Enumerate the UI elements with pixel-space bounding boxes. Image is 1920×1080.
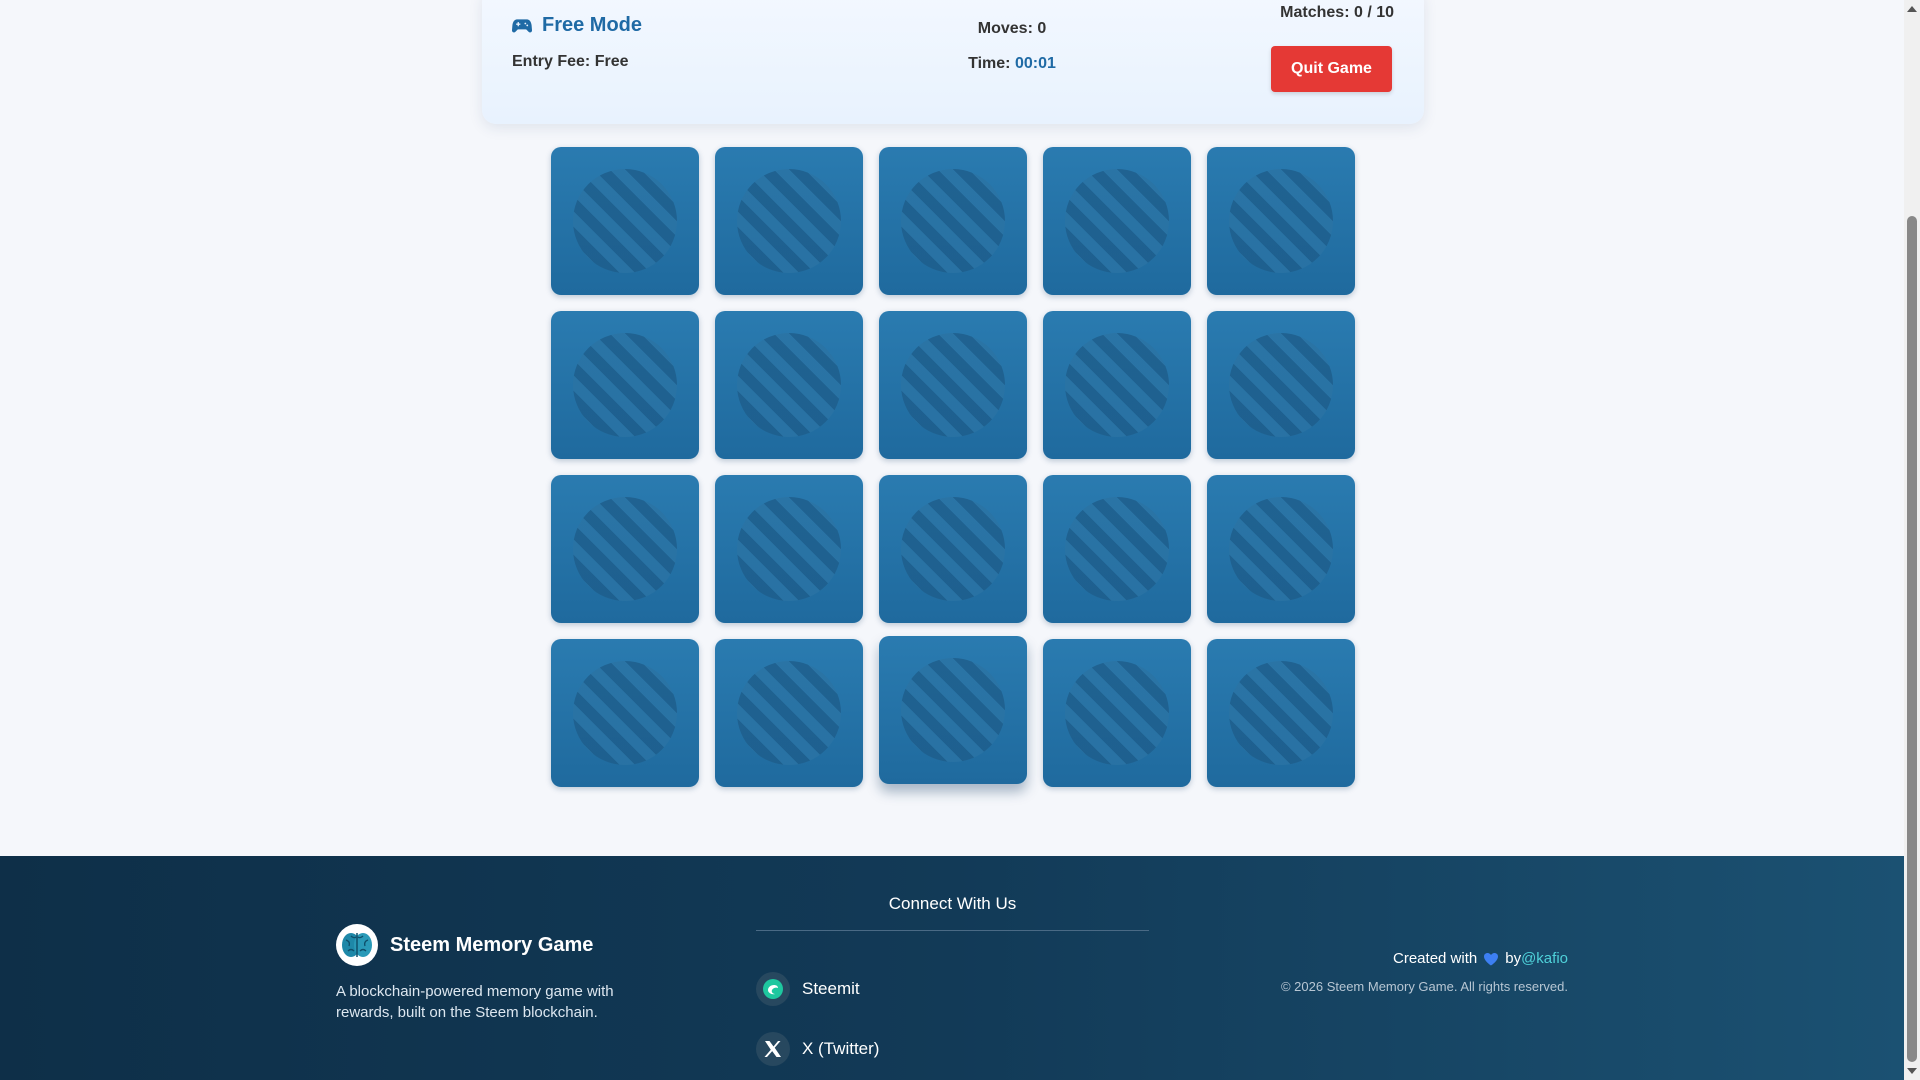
memory-card[interactable] <box>551 147 699 295</box>
scroll-down-arrow-icon[interactable] <box>1907 1068 1917 1074</box>
mode-title: Free Mode <box>542 14 643 36</box>
memory-card[interactable] <box>715 639 863 787</box>
moves-counter: Moves: 0 <box>977 20 1047 37</box>
footer-brand: Steem Memory Game <box>336 924 593 966</box>
memory-card[interactable] <box>879 147 1027 295</box>
timer-value: 00:01 <box>1014 55 1056 72</box>
card-back-pattern <box>573 497 677 601</box>
card-back-pattern <box>901 169 1005 273</box>
card-back-pattern <box>737 661 841 765</box>
footer-credits: Created with by@kafio © 2026 Steem Memor… <box>1281 950 1568 994</box>
entry-fee: Entry Fee: Free <box>512 53 629 70</box>
memory-card[interactable] <box>551 639 699 787</box>
matches-label: Matches: <box>1280 4 1354 21</box>
memory-card[interactable] <box>1207 639 1355 787</box>
memory-card[interactable] <box>1207 147 1355 295</box>
connect-section: Connect With Us Steemit X (Twitter) <box>756 894 1149 1066</box>
card-back-pattern <box>1065 497 1169 601</box>
created-with-line: Created with by@kafio <box>1281 950 1568 967</box>
memory-card[interactable] <box>879 311 1027 459</box>
card-back-pattern <box>901 658 1005 762</box>
matches-counter: Matches: 0 / 10 <box>1280 4 1394 22</box>
card-back-pattern <box>1229 169 1333 273</box>
card-back-pattern <box>1229 497 1333 601</box>
card-back-pattern <box>737 333 841 437</box>
card-back-pattern <box>1229 661 1333 765</box>
card-back-pattern <box>1229 333 1333 437</box>
memory-card[interactable] <box>879 475 1027 623</box>
card-back-pattern <box>1065 333 1169 437</box>
game-status-panel: Free Mode Entry Fee: Free Moves: 0 Time:… <box>482 0 1424 124</box>
footer-brand-name: Steem Memory Game <box>390 933 594 956</box>
footer-brand-description: A blockchain-powered memory game with re… <box>336 983 614 1021</box>
matches-value: 0 / 10 <box>1353 4 1394 21</box>
card-grid <box>551 147 1355 787</box>
memory-card[interactable] <box>715 147 863 295</box>
card-back-pattern <box>1065 661 1169 765</box>
memory-card[interactable] <box>1043 475 1191 623</box>
connect-title: Connect With Us <box>756 894 1149 931</box>
memory-card[interactable] <box>551 311 699 459</box>
card-back-pattern <box>1065 169 1169 273</box>
scroll-up-arrow-icon[interactable] <box>1907 6 1917 12</box>
memory-card[interactable] <box>715 311 863 459</box>
mode-heading: Free Mode <box>512 14 642 37</box>
x-twitter-icon <box>756 1032 790 1066</box>
copyright: © 2026 Steem Memory Game. All rights res… <box>1280 979 1568 994</box>
memory-card[interactable] <box>551 475 699 623</box>
gamepad-icon <box>512 18 532 32</box>
social-label-steemit: Steemit <box>802 979 860 998</box>
created-prefix: Created with <box>1393 950 1478 967</box>
heart-icon <box>1484 952 1499 965</box>
social-link-x-twitter[interactable]: X (Twitter) <box>756 1032 879 1066</box>
author-link[interactable]: @kafio <box>1521 950 1568 967</box>
card-back-pattern <box>901 333 1005 437</box>
scrollbar[interactable] <box>1904 0 1920 1080</box>
created-by-label: by@kafio <box>1505 950 1568 967</box>
memory-card[interactable] <box>1043 311 1191 459</box>
timer-label: Time: <box>968 55 1015 72</box>
social-label-x-twitter: X (Twitter) <box>802 1039 880 1058</box>
timer: Time: 00:01 <box>917 55 1107 73</box>
card-back-pattern <box>737 169 841 273</box>
memory-card[interactable] <box>1207 311 1355 459</box>
brain-icon <box>336 924 378 966</box>
card-back-pattern <box>573 333 677 437</box>
quit-game-button[interactable]: Quit Game <box>1271 46 1392 92</box>
memory-card[interactable] <box>1043 147 1191 295</box>
memory-card[interactable] <box>1207 475 1355 623</box>
memory-card[interactable] <box>879 636 1027 784</box>
scrollbar-thumb[interactable] <box>1907 216 1917 1062</box>
footer: Steem Memory Game A blockchain-powered m… <box>0 856 1904 1080</box>
page: Free Mode Entry Fee: Free Moves: 0 Time:… <box>0 0 1904 1080</box>
memory-card[interactable] <box>715 475 863 623</box>
card-back-pattern <box>573 661 677 765</box>
card-back-pattern <box>901 497 1005 601</box>
card-back-pattern <box>737 497 841 601</box>
steemit-icon <box>756 972 790 1006</box>
memory-card[interactable] <box>1043 639 1191 787</box>
created-by: by <box>1505 950 1522 967</box>
social-link-steemit[interactable]: Steemit <box>756 972 860 1006</box>
card-back-pattern <box>573 169 677 273</box>
